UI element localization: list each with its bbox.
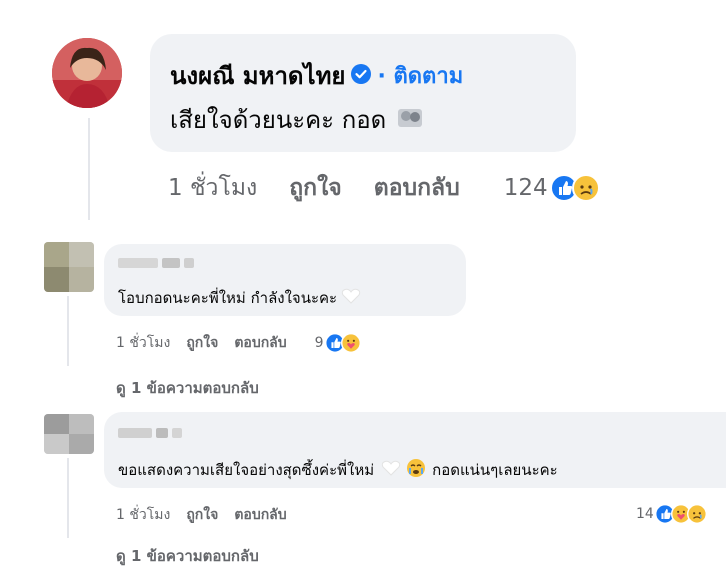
comment-bubble: นงผณี มหาดไทย · ติดตาม เสียใจด้วยนะคะ กอ… [150, 34, 576, 152]
heart-emoji-icon [341, 288, 361, 308]
avatar[interactable] [52, 38, 122, 108]
sad-reaction-icon [571, 174, 600, 202]
avatar[interactable] [44, 414, 94, 454]
reactions-summary[interactable]: 14 [636, 504, 707, 524]
reaction-count: 14 [636, 506, 654, 522]
reply-button[interactable]: ตอบกลับ [234, 504, 286, 526]
like-button[interactable]: ถูกใจ [186, 332, 218, 354]
comment-text: โอบกอดนะคะพี่ใหม่ กำลังใจนะคะ [118, 289, 338, 307]
thread-line-2 [67, 296, 69, 366]
sad-reaction-icon [686, 504, 707, 524]
thread-line-3 [67, 458, 69, 538]
reaction-count: 9 [314, 335, 324, 351]
reaction-count: 124 [503, 175, 548, 201]
avatar-blurred-icon [44, 242, 94, 292]
heart-emoji-icon [380, 460, 402, 480]
avatar-blurred-icon [44, 414, 94, 454]
comment-bubble: ขอแสดงความเสียใจอย่างสุดซึ้งค่ะพี่ใหม่ ก… [104, 412, 726, 488]
reply-button[interactable]: ตอบกลับ [234, 332, 286, 354]
crying-emoji-icon [406, 458, 426, 482]
comment-time[interactable]: 1 ชั่วโมง [116, 332, 170, 354]
reactions-summary[interactable]: 124 [504, 174, 600, 202]
verified-badge-icon [351, 62, 372, 90]
reply-button[interactable]: ตอบกลับ [374, 170, 460, 206]
comment-time[interactable]: 1 ชั่วโมง [116, 504, 170, 526]
comment-author-blurred[interactable] [118, 428, 182, 438]
reactions-summary[interactable]: 9 [315, 333, 361, 353]
comment-text: เสียใจด้วยนะคะ กอด [170, 106, 387, 134]
comment-time[interactable]: 1 ชั่วโมง [168, 170, 257, 206]
comment-text: ขอแสดงความเสียใจอย่างสุดซึ้งค่ะพี่ใหม่ [118, 461, 375, 479]
hug-emoji-icon [396, 105, 424, 135]
like-button[interactable]: ถูกใจ [289, 170, 342, 206]
like-button[interactable]: ถูกใจ [186, 504, 218, 526]
comment-author[interactable]: นงผณี มหาดไทย [170, 56, 345, 95]
avatar-photo-icon [52, 38, 122, 108]
follow-link[interactable]: · ติดตาม [377, 58, 463, 93]
comment-bubble: โอบกอดนะคะพี่ใหม่ กำลังใจนะคะ [104, 244, 466, 316]
avatar[interactable] [44, 242, 94, 292]
view-replies-link[interactable]: ดู 1 ข้อความตอบกลับ [116, 376, 259, 400]
comment-author-blurred[interactable] [118, 258, 194, 268]
comment-text-continued: กอดแน่นๆเลยนะคะ [432, 461, 558, 479]
thread-line-1 [88, 118, 90, 220]
view-replies-link[interactable]: ดู 1 ข้อความตอบกลับ [116, 544, 259, 568]
care-reaction-icon [340, 333, 361, 353]
